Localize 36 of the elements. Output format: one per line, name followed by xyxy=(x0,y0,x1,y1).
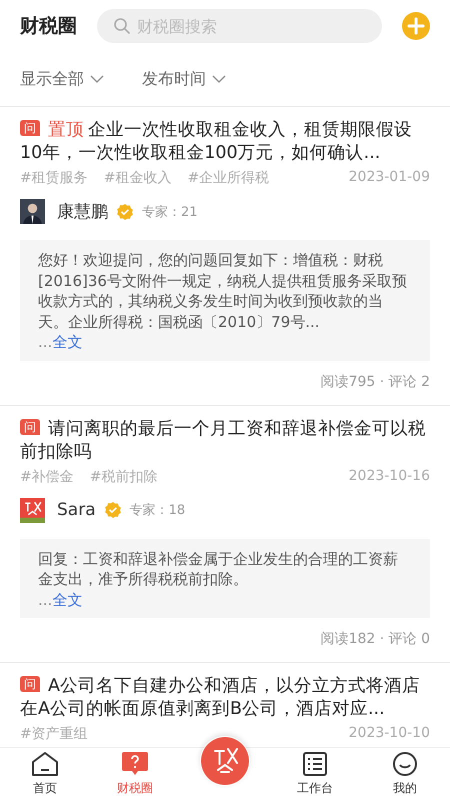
ellipsis: ... xyxy=(38,590,52,608)
chevron-down-icon xyxy=(212,75,226,83)
tab-bar-item[interactable]: 首页 xyxy=(0,748,90,800)
post-title[interactable]: 问 A公司名下自建办公和酒店，以分立方式将酒店在A公司的帐面原值剥离到B公司，酒店对应... xyxy=(20,675,430,721)
add-button[interactable] xyxy=(402,12,430,40)
expert-count: 专家：21 xyxy=(142,204,198,220)
filter-dropdown[interactable]: 显示全部 xyxy=(20,68,104,90)
search-icon xyxy=(113,17,131,35)
center-answer-button[interactable] xyxy=(200,736,250,786)
post-title[interactable]: 问 置顶 企业一次性收取租金收入，租赁期限假设10年，一次性收取租金100万元，如何确认... xyxy=(20,119,430,165)
question-bubble-icon xyxy=(120,751,150,777)
tab-bar-item[interactable]: 我的 xyxy=(360,748,450,800)
page-title: 财税圈 xyxy=(20,14,77,39)
post-date: 2023-10-16 xyxy=(348,468,430,486)
tab-bar-item[interactable]: 财税圈 xyxy=(90,748,180,800)
filter-dropdown[interactable]: 发布时间 xyxy=(142,68,226,90)
answer-text: 您好！欢迎提问，您的问题回复如下：增值税：财税[2016]36号文附件一规定，纳税人提供租赁服务采取预收款方式的，其纳税义务发生时间为收到预收款的当天。企业所得税：国税函〔2010〕79号... xyxy=(38,250,408,332)
full-text-link[interactable]: 全文 xyxy=(52,333,82,351)
full-text-link[interactable]: 全文 xyxy=(52,590,82,608)
post-stats: 阅读795 · 评论 2 xyxy=(320,374,430,390)
author-name[interactable]: Sara xyxy=(57,500,96,520)
author-name[interactable]: 康慧鹏 xyxy=(57,200,108,223)
avatar xyxy=(20,498,45,522)
ellipsis: ... xyxy=(38,333,52,351)
smile-icon xyxy=(392,751,418,777)
post-title[interactable]: 问 请问离职的最后一个月工资和辞退补偿金可以税前扣除吗 xyxy=(20,418,430,464)
post-date: 2023-01-09 xyxy=(348,169,430,187)
avatar xyxy=(20,199,45,224)
tab-bar-item[interactable]: 工作台 xyxy=(270,748,360,800)
list-icon xyxy=(302,751,328,777)
post-stats: 阅读182 · 评论 0 xyxy=(320,631,430,647)
answer-text: 回复：工资和辞退补偿金属于企业发生的合理的工资薪金支出，准予所得税税前扣除。 xyxy=(38,548,399,590)
post-date: 2023-10-10 xyxy=(348,725,430,743)
chevron-down-icon xyxy=(90,75,104,83)
home-icon xyxy=(31,751,59,777)
expert-count: 专家：18 xyxy=(130,502,186,519)
